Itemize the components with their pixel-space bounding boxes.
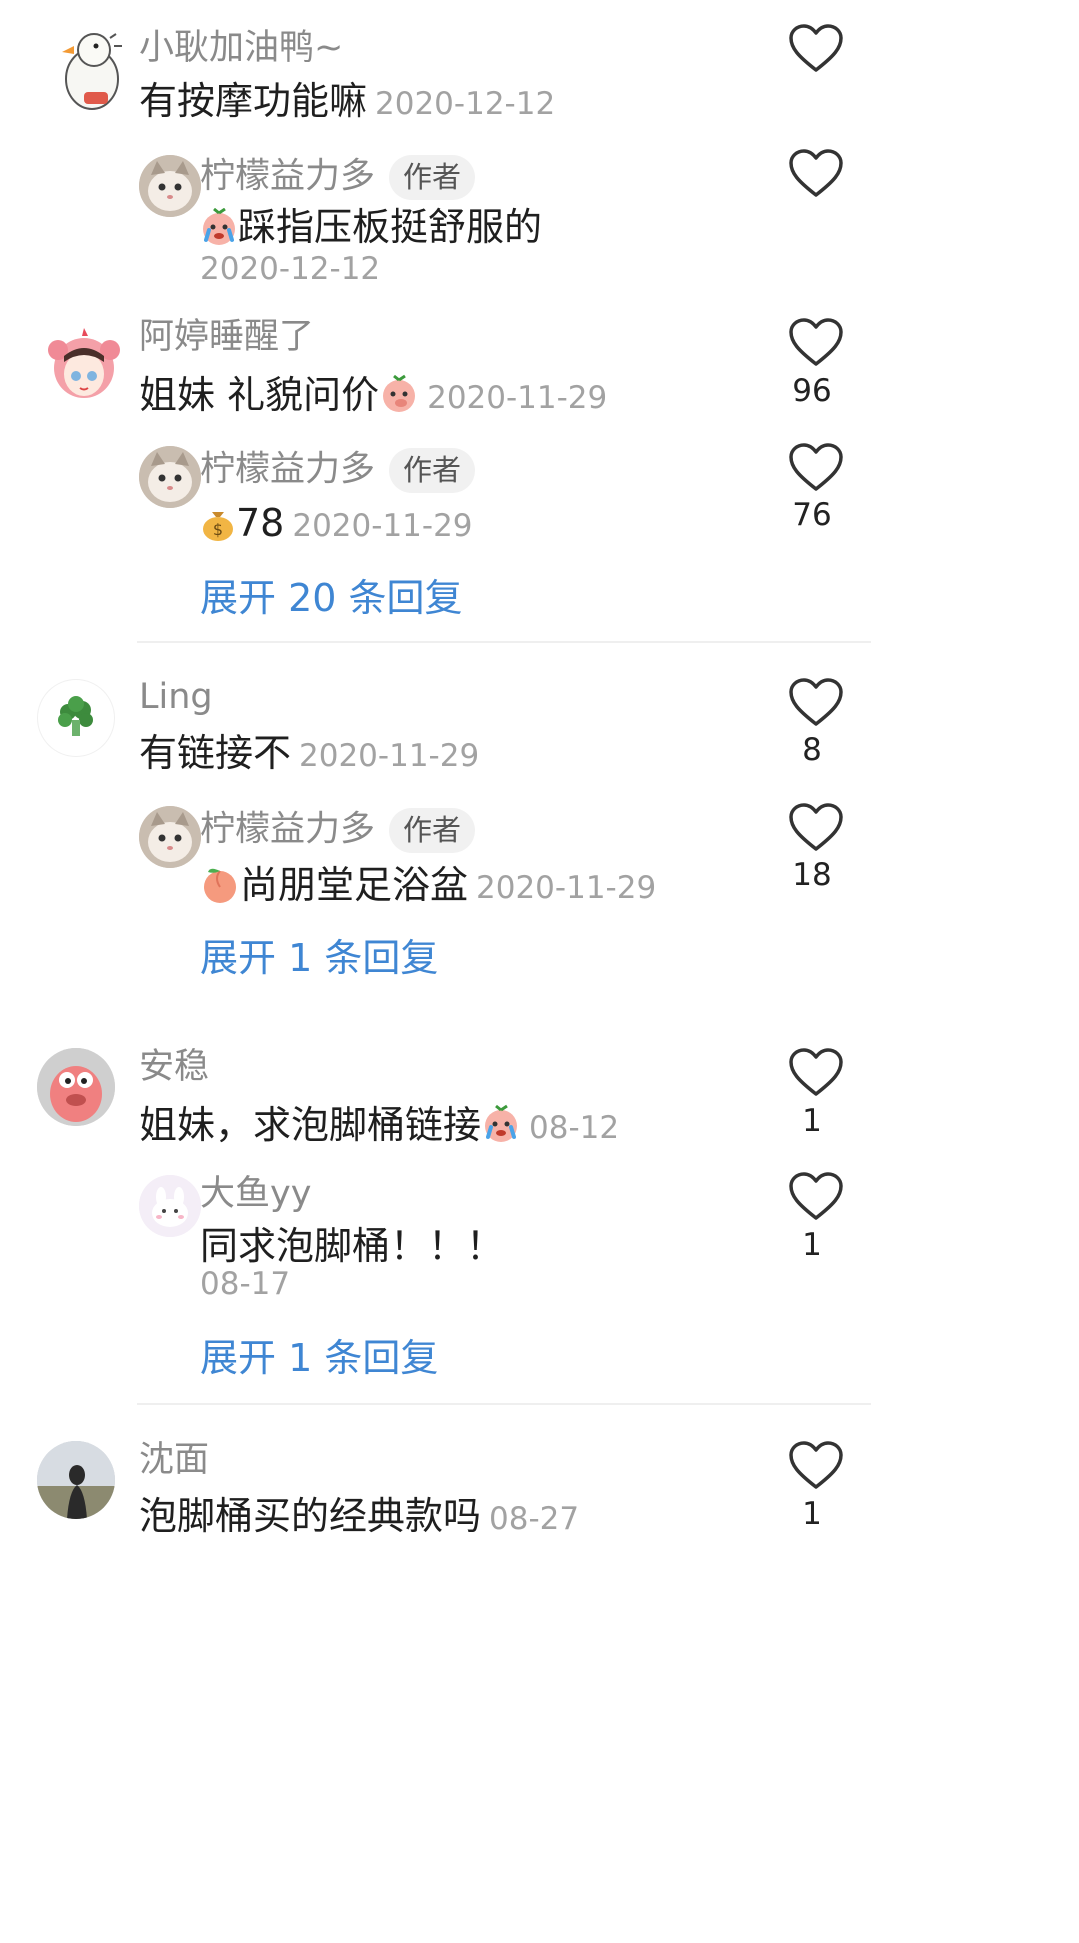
reply-text: 同求泡脚桶！！！	[200, 1224, 505, 1268]
avatar-cat[interactable]	[139, 806, 201, 868]
peach-face-emoji	[379, 374, 419, 420]
expand-replies-link[interactable]: 展开 1 条回复	[200, 1339, 438, 1377]
like-heart-icon[interactable]	[788, 1441, 844, 1491]
comment-text: 有按摩功能嘛 2020-12-12	[139, 82, 555, 120]
avatar-broccoli[interactable]	[38, 680, 114, 756]
like-count: 1	[802, 1496, 822, 1532]
peach-emoji	[200, 864, 240, 910]
avatar-photo[interactable]	[37, 1441, 115, 1519]
like-heart-icon[interactable]	[788, 1172, 844, 1222]
reply-date: 2020-11-29	[292, 508, 473, 544]
comment-body: 有按摩功能嘛	[139, 79, 368, 123]
author-badge: 作者	[389, 808, 476, 853]
comment-text: 姐妹 礼貌问价 2020-11-29	[139, 374, 607, 420]
avatar-girl[interactable]	[36, 318, 132, 414]
comment-date: 08-27	[489, 1501, 580, 1537]
like-heart-icon[interactable]	[788, 443, 844, 493]
like-count: 96	[792, 373, 832, 409]
reply-author: 柠檬益力多 作者	[200, 448, 476, 493]
comment-date: 2020-11-29	[427, 380, 608, 416]
comment-body: 姐妹 礼貌问价	[139, 373, 380, 417]
avatar-cat[interactable]	[139, 446, 201, 508]
expand-replies-link[interactable]: 展开 20 条回复	[200, 579, 463, 617]
svg-text:$: $	[213, 520, 223, 539]
reply-date: 2020-11-29	[476, 870, 657, 906]
reply-text: 尚朋堂足浴盆 2020-11-29	[200, 864, 656, 910]
like-heart-icon[interactable]	[788, 318, 844, 368]
comment-author[interactable]: 沈面	[139, 1443, 209, 1478]
comment-text: 有链接不 2020-11-29	[139, 734, 479, 772]
reply-text: $ 78 2020-11-29	[200, 504, 473, 548]
reply-body: 尚朋堂足浴盆	[240, 863, 469, 907]
comment-author[interactable]: 阿婷睡醒了	[139, 320, 314, 355]
avatar-cat[interactable]	[139, 155, 201, 217]
like-count: 1	[802, 1227, 822, 1263]
reply-date: 08-17	[200, 1266, 291, 1302]
comment-text: 姐妹，求泡脚桶链接 08-12	[139, 1104, 619, 1150]
reply-date: 2020-12-12	[200, 251, 381, 287]
comment-body: 泡脚桶买的经典款吗	[139, 1494, 482, 1538]
like-heart-icon[interactable]	[788, 1048, 844, 1098]
reply-author-name[interactable]: 柠檬益力多	[200, 157, 375, 197]
reply-author-name[interactable]: 柠檬益力多	[200, 810, 375, 850]
expand-replies-link[interactable]: 展开 1 条回复	[200, 939, 438, 977]
comment-date: 2020-12-12	[375, 86, 556, 122]
comment-author[interactable]: Ling	[139, 680, 213, 715]
comment-author[interactable]: 安稳	[139, 1050, 209, 1085]
comment-text: 泡脚桶买的经典款吗 08-27	[139, 1497, 579, 1535]
reply-author-name[interactable]: 柠檬益力多	[200, 450, 375, 490]
comment-author[interactable]: 小耿加油鸭~	[139, 31, 343, 66]
divider	[137, 641, 871, 643]
divider	[137, 1403, 871, 1405]
like-count: 8	[802, 732, 822, 768]
like-count: 1	[802, 1103, 822, 1139]
comment-date: 2020-11-29	[299, 738, 480, 774]
reply-text: 踩指压板挺舒服的	[200, 205, 543, 252]
reply-author: 柠檬益力多 作者	[200, 155, 476, 200]
reply-body: 78	[236, 501, 285, 545]
author-badge: 作者	[389, 155, 476, 200]
like-count: 76	[792, 497, 832, 533]
crying-peach-emoji	[200, 207, 238, 252]
reply-body: 踩指压板挺舒服的	[238, 205, 543, 249]
comment-body: 姐妹，求泡脚桶链接	[139, 1103, 482, 1147]
avatar-bunny[interactable]	[139, 1175, 201, 1237]
like-heart-icon[interactable]	[788, 803, 844, 853]
like-heart-icon[interactable]	[788, 149, 844, 199]
reply-author[interactable]: 大鱼yy	[200, 1177, 311, 1212]
reply-author: 柠檬益力多 作者	[200, 808, 476, 853]
avatar-plush-toy[interactable]	[37, 1048, 115, 1126]
like-count: 18	[792, 857, 832, 893]
crying-peach-emoji	[481, 1104, 521, 1150]
avatar-duck[interactable]	[44, 24, 140, 120]
comment-date: 08-12	[529, 1110, 620, 1146]
comment-body: 有链接不	[139, 731, 292, 775]
like-heart-icon[interactable]	[788, 678, 844, 728]
author-badge: 作者	[389, 448, 476, 493]
like-heart-icon[interactable]	[788, 24, 844, 74]
money-bag-emoji: $	[200, 504, 236, 548]
